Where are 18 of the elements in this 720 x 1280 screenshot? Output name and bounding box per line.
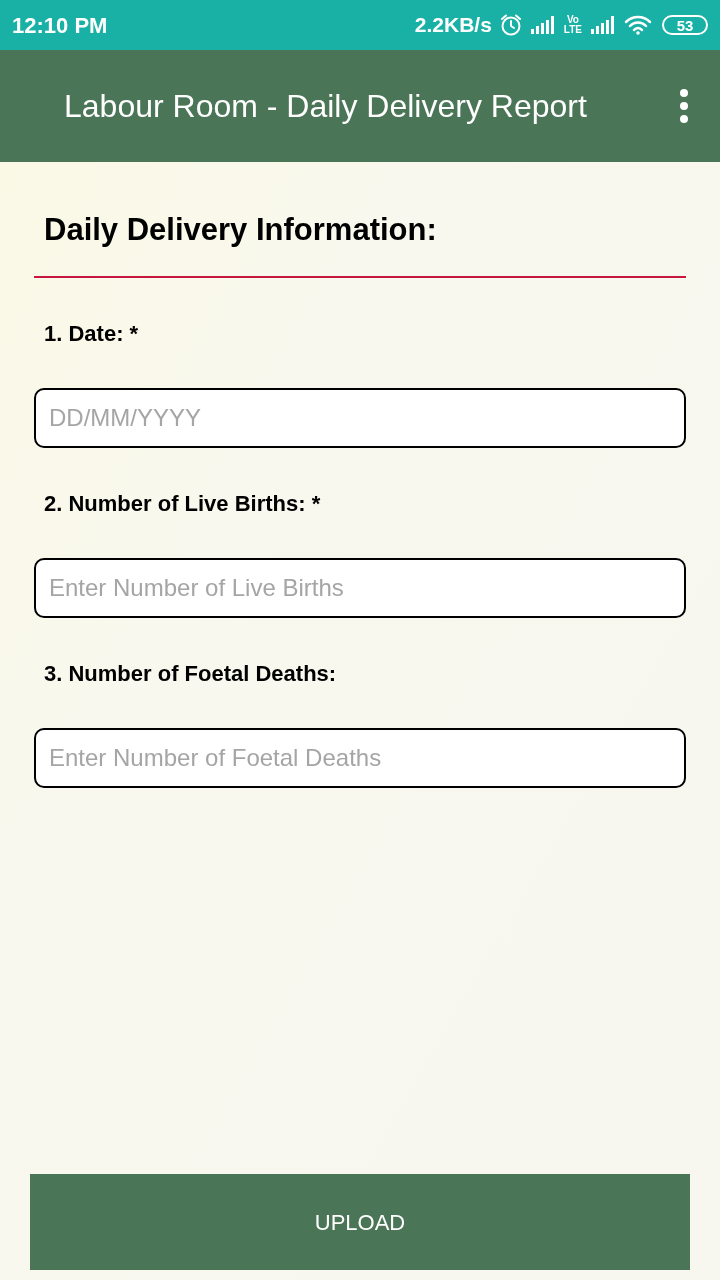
more-options-icon[interactable] <box>678 87 690 125</box>
status-time: 12:10 PM <box>12 11 108 40</box>
field-label: 1. Date: * <box>43 320 139 348</box>
wifi-icon <box>624 15 652 35</box>
signal-icon <box>590 16 616 34</box>
alarm-clock-icon <box>499 14 522 36</box>
signal-icon <box>529 16 556 34</box>
field-label: 2. Number of Live Births: * <box>43 490 321 518</box>
input-field[interactable]: Enter Number of Foetal Deaths <box>34 728 686 788</box>
section-heading: Daily Delivery Information: <box>43 211 437 249</box>
input-field[interactable]: Enter Number of Live Births <box>34 558 686 618</box>
field-label: 3. Number of Foetal Deaths: <box>43 660 337 688</box>
input-field[interactable]: DD/MM/YYYY <box>34 388 686 448</box>
volte-indicator: Vo LTE <box>563 15 582 35</box>
app-bar-title: Labour Room - Daily Delivery Report <box>64 87 587 126</box>
battery-indicator: 53 <box>662 15 708 35</box>
upload-button[interactable]: UPLOAD <box>30 1174 690 1270</box>
network-speed: 2.2KB/s <box>414 12 492 39</box>
